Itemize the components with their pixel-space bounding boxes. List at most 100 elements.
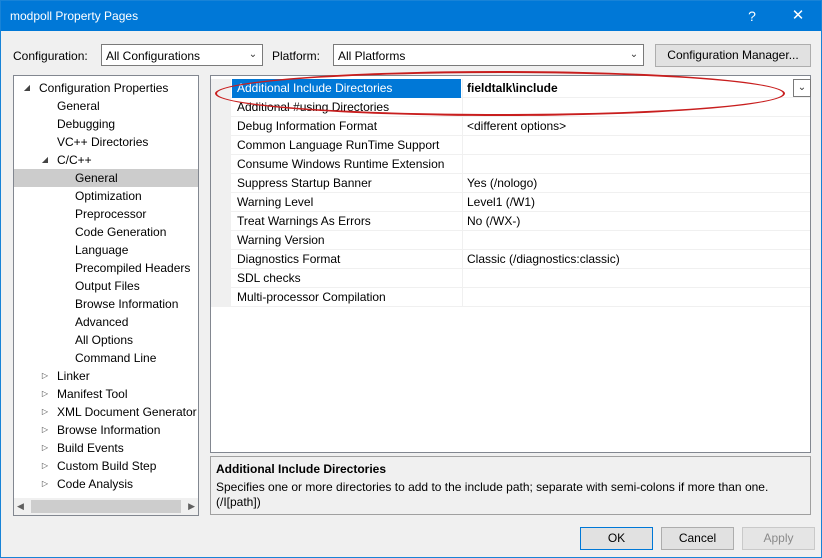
tree-item[interactable]: ▷ Linker (14, 367, 198, 385)
tree-item[interactable]: Code Generation (14, 223, 198, 241)
row-gutter (211, 155, 231, 174)
property-value[interactable]: No (/WX-) (462, 212, 810, 231)
tree-item-label: All Options (75, 333, 134, 347)
property-value[interactable] (462, 136, 810, 155)
tree-item[interactable]: Optimization (14, 187, 198, 205)
property-name[interactable]: Warning Version (232, 231, 461, 250)
property-row[interactable]: Treat Warnings As Errors No (/WX-) (211, 212, 810, 231)
row-gutter (211, 269, 231, 288)
tree-item-label: XML Document Generator (57, 405, 197, 419)
property-row[interactable]: Debug Information Format <different optio… (211, 117, 810, 136)
tree-item-label: Build Events (57, 441, 124, 455)
tree-item[interactable]: ▷ Code Analysis (14, 475, 198, 493)
property-row[interactable]: Suppress Startup Banner Yes (/nologo) (211, 174, 810, 193)
expand-arrow-icon[interactable]: ▷ (40, 475, 50, 493)
property-row[interactable]: SDL checks (211, 269, 810, 288)
tree-item[interactable]: Language (14, 241, 198, 259)
property-row[interactable]: Consume Windows Runtime Extension (211, 155, 810, 174)
chevron-down-icon: ⌄ (797, 82, 807, 93)
window-title: modpoll Property Pages (10, 9, 139, 23)
property-value[interactable] (462, 288, 810, 307)
property-value[interactable]: Level1 (/W1) (462, 193, 810, 212)
tree-item[interactable]: Precompiled Headers (14, 259, 198, 277)
property-row[interactable]: Multi-processor Compilation (211, 288, 810, 307)
configuration-value: All Configurations (106, 49, 201, 63)
property-tree[interactable]: ◢ Configuration Properties General Debuggin… (13, 75, 199, 516)
scrollbar-thumb[interactable] (31, 500, 181, 513)
tree-item[interactable]: All Options (14, 331, 198, 349)
expand-arrow-icon[interactable]: ▷ (40, 385, 50, 403)
property-value[interactable]: Yes (/nologo) (462, 174, 810, 193)
property-value[interactable] (462, 269, 810, 288)
expand-arrow-icon[interactable]: ▷ (40, 403, 50, 421)
tree-item[interactable]: Preprocessor (14, 205, 198, 223)
tree-item-label: Language (75, 243, 129, 257)
property-value[interactable]: fieldtalk\include (462, 79, 810, 98)
property-value[interactable] (462, 231, 810, 250)
tree-item[interactable]: Debugging (14, 115, 198, 133)
scroll-left-icon[interactable]: ◀ (17, 501, 24, 512)
property-name[interactable]: Warning Level (232, 193, 461, 212)
description-body: Specifies one or more directories to add… (216, 480, 769, 509)
property-name[interactable]: Additional #using Directories (232, 98, 461, 117)
tree-item[interactable]: Advanced (14, 313, 198, 331)
tree-item[interactable]: ▷ XML Document Generator (14, 403, 198, 421)
property-value[interactable] (462, 98, 810, 117)
help-button[interactable]: ? (729, 1, 775, 31)
property-value[interactable] (462, 155, 810, 174)
scroll-right-icon[interactable]: ▶ (188, 501, 195, 512)
tree-item[interactable]: General (14, 97, 198, 115)
tree-item[interactable]: ▷ Manifest Tool (14, 385, 198, 403)
tree-horizontal-scrollbar[interactable]: ◀ ▶ (14, 498, 198, 515)
collapse-arrow-icon[interactable]: ◢ (22, 79, 32, 97)
property-row[interactable]: Additional Include Directories fieldtalk\… (211, 79, 810, 98)
apply-button[interactable]: Apply (742, 527, 815, 550)
row-gutter (211, 117, 231, 136)
tree-item-label: General (57, 99, 100, 113)
tree-item-label: Custom Build Step (57, 459, 157, 473)
property-name[interactable]: Additional Include Directories (232, 79, 461, 98)
tree-item[interactable]: VC++ Directories (14, 133, 198, 151)
property-row[interactable]: Additional #using Directories (211, 98, 810, 117)
platform-value: All Platforms (338, 49, 406, 63)
configuration-dropdown[interactable]: All Configurations ⌄ (101, 44, 263, 66)
tree-item[interactable]: ◢ Configuration Properties (14, 79, 198, 97)
cancel-button[interactable]: Cancel (661, 527, 734, 550)
row-gutter (211, 174, 231, 193)
property-row[interactable]: Common Language RunTime Support (211, 136, 810, 155)
property-name[interactable]: Common Language RunTime Support (232, 136, 461, 155)
tree-item[interactable]: Browse Information (14, 295, 198, 313)
platform-dropdown[interactable]: All Platforms ⌄ (333, 44, 644, 66)
property-row[interactable]: Warning Version (211, 231, 810, 250)
expand-arrow-icon[interactable]: ▷ (40, 457, 50, 475)
property-name[interactable]: SDL checks (232, 269, 461, 288)
collapse-arrow-icon[interactable]: ◢ (40, 151, 50, 169)
property-name[interactable]: Multi-processor Compilation (232, 288, 461, 307)
platform-label: Platform: (272, 49, 321, 63)
tree-item[interactable]: ▷ Custom Build Step (14, 457, 198, 475)
ok-button[interactable]: OK (580, 527, 653, 550)
tree-item[interactable]: ▷ Browse Information (14, 421, 198, 439)
property-row[interactable]: Diagnostics Format Classic (/diagnostics:… (211, 250, 810, 269)
property-name[interactable]: Debug Information Format (232, 117, 461, 136)
property-value[interactable]: Classic (/diagnostics:classic) (462, 250, 810, 269)
tree-item[interactable]: ▷ Build Events (14, 439, 198, 457)
property-row[interactable]: Warning Level Level1 (/W1) (211, 193, 810, 212)
tree-item[interactable]: Command Line (14, 349, 198, 367)
property-name[interactable]: Treat Warnings As Errors (232, 212, 461, 231)
expand-arrow-icon[interactable]: ▷ (40, 367, 50, 385)
value-dropdown-button[interactable]: ⌄ (793, 79, 811, 97)
expand-arrow-icon[interactable]: ▷ (40, 421, 50, 439)
tree-item[interactable]: ◢ C/C++ (14, 151, 198, 169)
configuration-manager-button[interactable]: Configuration Manager... (655, 44, 811, 67)
tree-item-label: General (75, 171, 118, 185)
property-name[interactable]: Suppress Startup Banner (232, 174, 461, 193)
tree-item[interactable]: General (14, 169, 198, 187)
property-name[interactable]: Consume Windows Runtime Extension (232, 155, 461, 174)
expand-arrow-icon[interactable]: ▷ (40, 439, 50, 457)
description-panel: Additional Include Directories Specifies… (210, 456, 811, 515)
property-value[interactable]: <different options> (462, 117, 810, 136)
tree-item[interactable]: Output Files (14, 277, 198, 295)
close-button[interactable]: ✕ (775, 1, 821, 31)
property-name[interactable]: Diagnostics Format (232, 250, 461, 269)
